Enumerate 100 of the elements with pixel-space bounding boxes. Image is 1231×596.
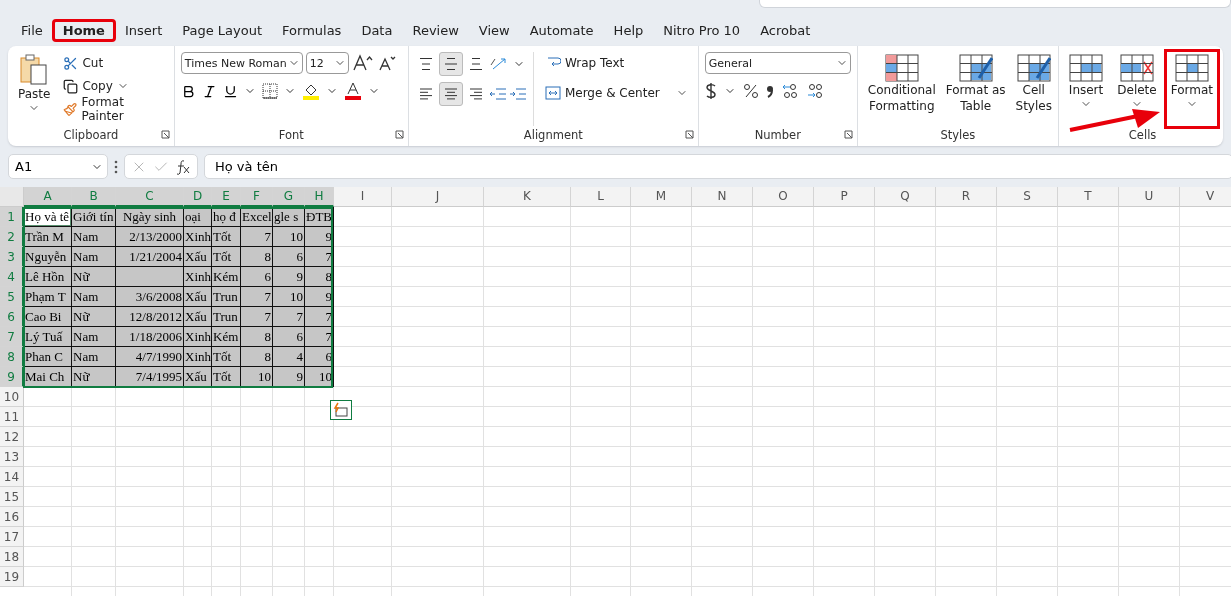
style-gallery-button[interactable]: Cell Styles xyxy=(1011,52,1056,126)
cells-button[interactable]: Delete xyxy=(1113,52,1161,126)
column-header[interactable]: N xyxy=(692,187,753,207)
row-header[interactable]: 11 xyxy=(0,407,24,427)
column-header[interactable]: Q xyxy=(875,187,936,207)
table-cell: Xấu xyxy=(184,287,212,307)
column-header[interactable]: T xyxy=(1058,187,1119,207)
column-header[interactable]: H xyxy=(305,187,334,207)
row-header[interactable]: 13 xyxy=(0,447,24,467)
table-cell: Lê Hồn xyxy=(24,267,72,287)
style-gallery-button[interactable]: Conditional Formatting xyxy=(863,52,940,126)
table-cell: Tốt xyxy=(212,247,241,267)
row-header[interactable]: 12 xyxy=(0,427,24,447)
row-header[interactable]: 18 xyxy=(0,547,24,567)
row-header[interactable]: 10 xyxy=(0,387,24,407)
style-gallery-button[interactable]: Format as Table xyxy=(941,52,1010,126)
row-header[interactable]: 8 xyxy=(0,347,24,367)
table-cell: Nguyễn xyxy=(24,247,72,267)
table-cell: 10 xyxy=(241,367,273,387)
column-header[interactable]: E xyxy=(212,187,241,207)
merge-center-button[interactable]: Merge & Center xyxy=(541,82,691,104)
row-header[interactable]: 4 xyxy=(0,267,24,287)
table-cell: 8 xyxy=(241,247,273,267)
row-header[interactable]: 6 xyxy=(0,307,24,327)
row-header[interactable]: 9 xyxy=(0,367,24,387)
table-cell: Nam xyxy=(72,327,116,347)
column-header[interactable]: O xyxy=(753,187,814,207)
row-header[interactable]: 7 xyxy=(0,327,24,347)
copy-button[interactable]: Copy xyxy=(60,75,168,97)
group-label: Cells xyxy=(1127,127,1158,144)
ribbon-tab[interactable]: Automate xyxy=(520,21,603,40)
row-header[interactable]: 14 xyxy=(0,467,24,487)
ribbon-tab[interactable]: Review xyxy=(403,21,468,40)
table-cell: Tốt xyxy=(212,347,241,367)
column-header[interactable]: P xyxy=(814,187,875,207)
column-header[interactable]: S xyxy=(997,187,1058,207)
table-cell: Phạm T xyxy=(24,287,72,307)
paste-button[interactable]: Paste xyxy=(14,52,55,126)
table-cell: Xinh xyxy=(184,327,212,347)
row-header[interactable]: 2 xyxy=(0,227,24,247)
column-header[interactable]: J xyxy=(392,187,484,207)
table-cell: 7 xyxy=(241,307,273,327)
table-cell: 4/7/1990 xyxy=(116,347,184,367)
table-cell: oại xyxy=(184,207,212,227)
column-header[interactable]: U xyxy=(1119,187,1180,207)
ribbon-tab[interactable]: File xyxy=(12,21,52,40)
column-header[interactable]: M xyxy=(631,187,692,207)
table-cell: Tốt xyxy=(212,227,241,247)
row-header[interactable]: 5 xyxy=(0,287,24,307)
column-header[interactable]: L xyxy=(571,187,631,207)
row-header[interactable]: 15 xyxy=(0,487,24,507)
table-cell: 9 xyxy=(305,227,334,247)
table-cell: Trun xyxy=(212,287,241,307)
row-header[interactable]: 17 xyxy=(0,527,24,547)
column-header[interactable]: I xyxy=(334,187,392,207)
row-header[interactable]: 16 xyxy=(0,507,24,527)
table-cell: Nữ xyxy=(72,367,116,387)
ribbon-tab[interactable]: Data xyxy=(352,21,402,40)
ribbon-tab[interactable]: Formulas xyxy=(273,21,351,40)
column-header[interactable]: D xyxy=(184,187,212,207)
font-name-dropdown[interactable]: Times New Roman xyxy=(180,52,303,74)
column-header[interactable]: G xyxy=(273,187,305,207)
column-header[interactable]: A xyxy=(24,187,72,207)
format-painter-button[interactable]: Format Painter xyxy=(60,98,168,120)
row-header[interactable]: 19 xyxy=(0,567,24,587)
wrap-text-button[interactable]: Wrap Text xyxy=(541,52,691,74)
ribbon-tab[interactable]: View xyxy=(469,21,519,40)
row-header[interactable]: 1 xyxy=(0,207,24,227)
table-cell: 7 xyxy=(241,227,273,247)
table-cell: 6 xyxy=(273,327,305,347)
number-format-dropdown[interactable]: General xyxy=(704,52,851,74)
ribbon-tab[interactable]: Acrobat xyxy=(751,21,820,40)
table-cell: 6 xyxy=(241,267,273,287)
font-size-dropdown[interactable]: 12 xyxy=(305,52,349,74)
ribbon-tab[interactable]: Help xyxy=(604,21,653,40)
table-cell: Nam xyxy=(72,287,116,307)
cells-button[interactable]: Insert xyxy=(1064,52,1108,126)
table-cell: Excel xyxy=(241,207,273,227)
column-header[interactable]: R xyxy=(936,187,997,207)
name-box[interactable]: A1 xyxy=(8,154,108,179)
column-header[interactable]: C xyxy=(116,187,184,207)
column-header[interactable]: K xyxy=(484,187,571,207)
table-cell: 10 xyxy=(305,367,334,387)
ribbon-tab[interactable]: Home xyxy=(53,21,114,40)
table-cell: Nam xyxy=(72,347,116,367)
ribbon-tab[interactable]: Insert xyxy=(115,21,172,40)
ribbon-tab[interactable]: Page Layout xyxy=(173,21,272,40)
row-header[interactable]: 3 xyxy=(0,247,24,267)
table-cell: 7 xyxy=(273,307,305,327)
table-cell: Xấu xyxy=(184,247,212,267)
formula-field[interactable]: Họ và tên xyxy=(204,154,1231,179)
group-label: Number xyxy=(753,127,802,144)
cells-button[interactable]: Format xyxy=(1166,52,1217,126)
column-header[interactable]: F xyxy=(241,187,273,207)
table-cell: 9 xyxy=(273,367,305,387)
ribbon-tab[interactable]: Nitro Pro 10 xyxy=(654,21,750,40)
column-header[interactable]: B xyxy=(72,187,116,207)
cut-button[interactable]: Cut xyxy=(60,52,168,74)
table-cell: 2/13/2000 xyxy=(116,227,184,247)
column-header[interactable]: V xyxy=(1180,187,1231,207)
